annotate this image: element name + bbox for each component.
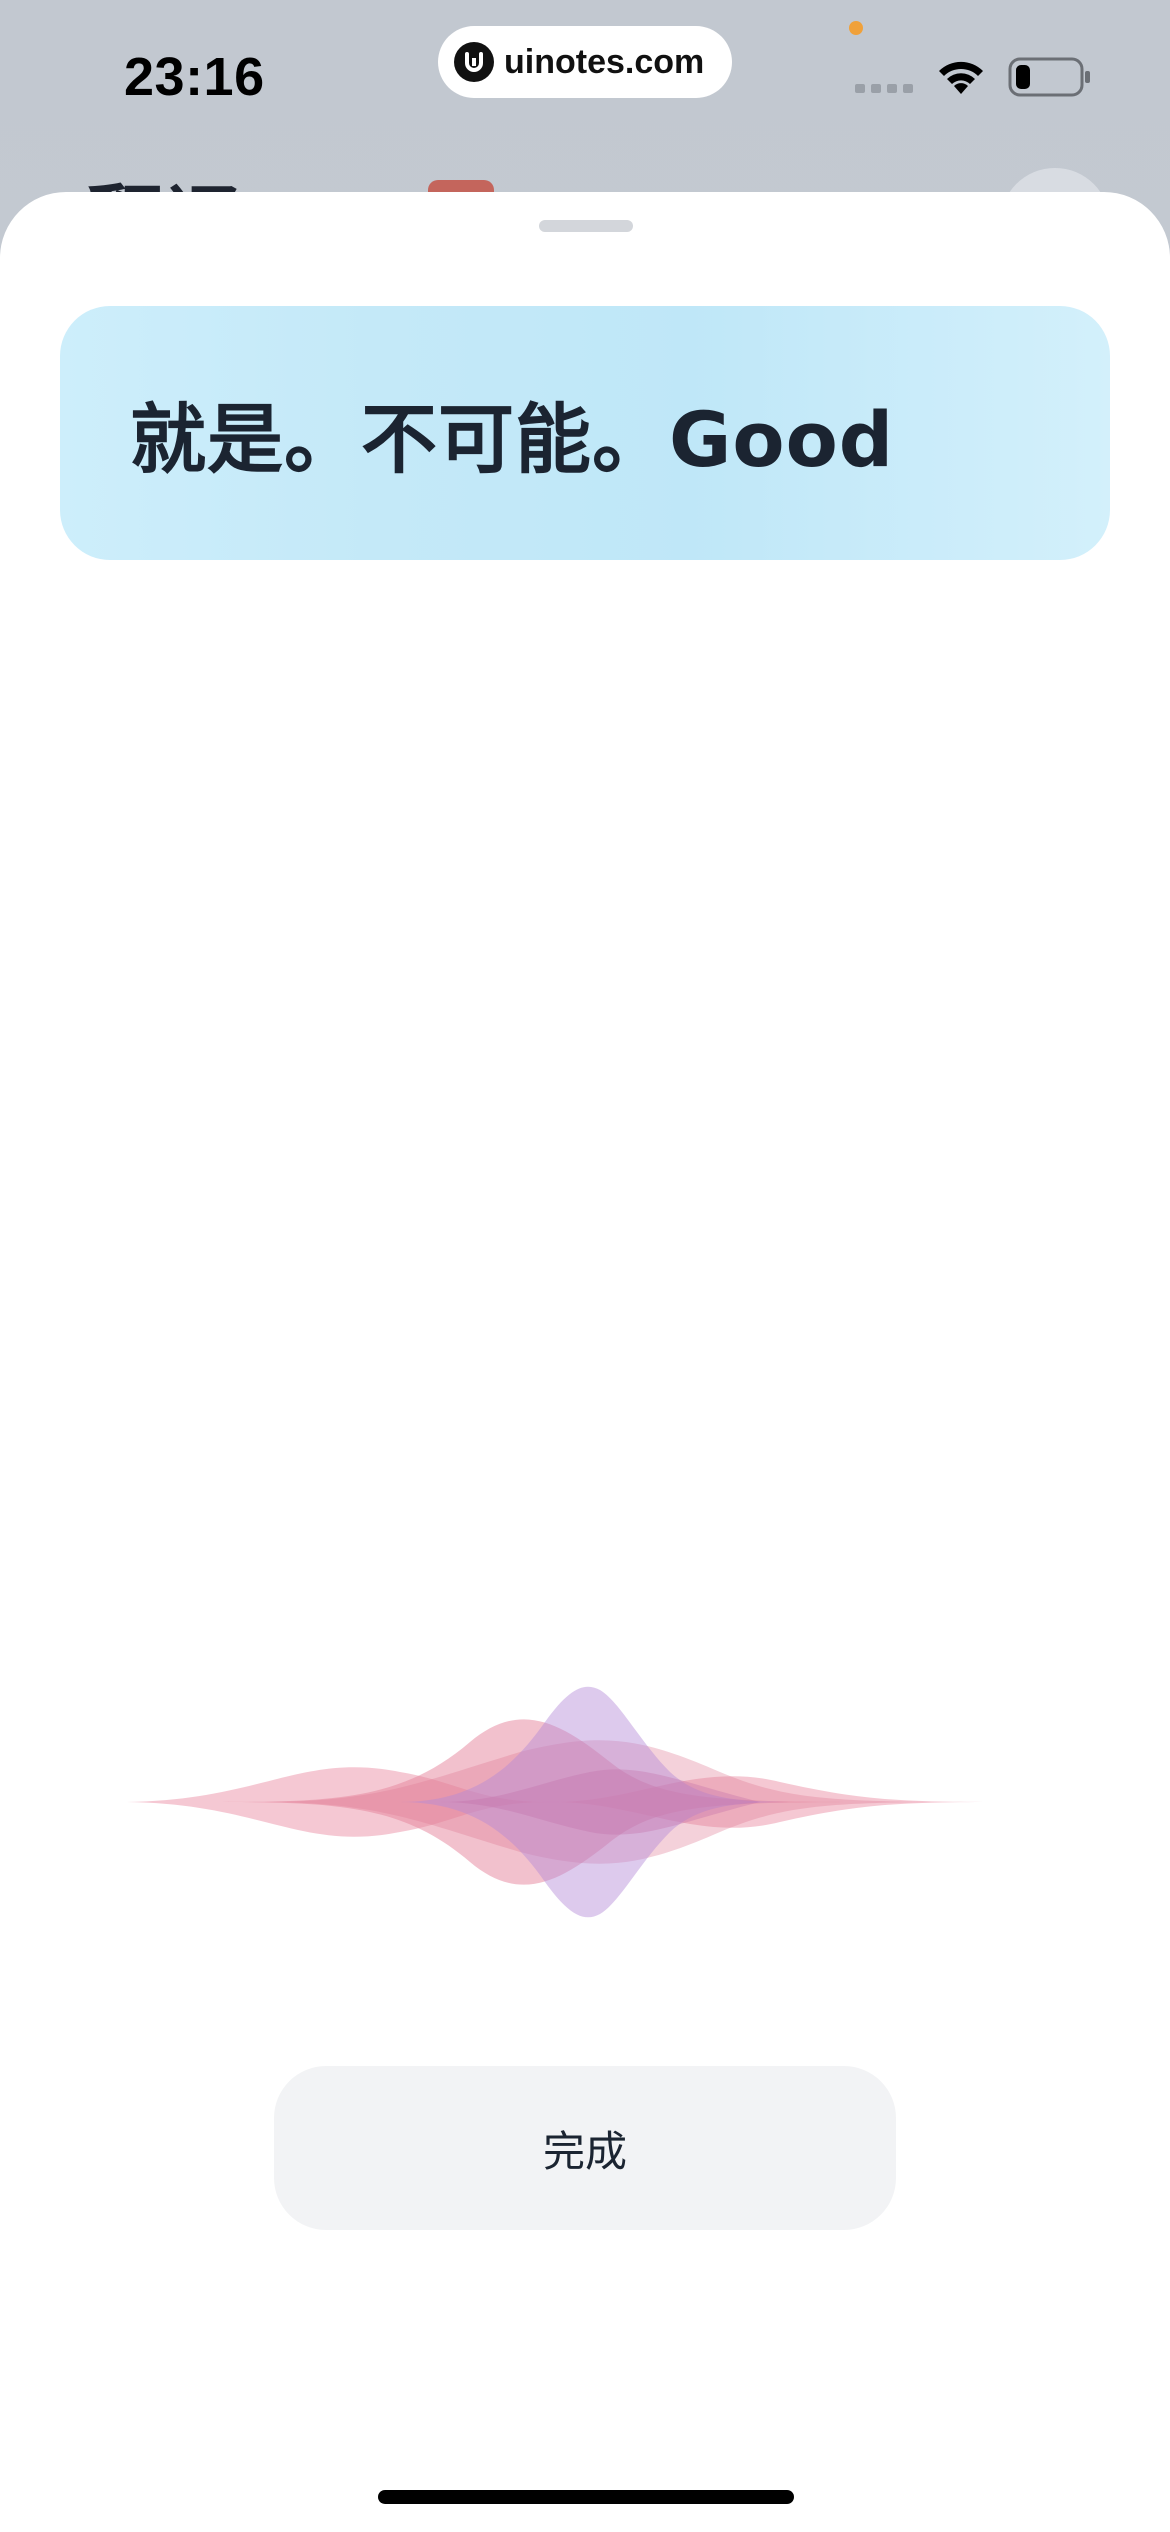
transcript-text: 就是。不可能。Good [130,395,895,484]
home-indicator[interactable] [378,2490,794,2504]
status-time: 23:16 [124,47,265,107]
done-button[interactable]: 完成 [274,2066,896,2230]
wifi-icon [939,61,983,94]
site-text: uinotes.com [504,42,705,81]
cellular-icon [855,84,913,93]
voice-waveform-icon [20,1686,1010,1918]
transcript-card: 就是。不可能。Good [60,306,1110,560]
site-logo-icon [454,42,494,82]
privacy-indicator-icon [849,21,863,35]
site-watermark: uinotes.com [438,26,732,98]
app-screen: 23:16 uinotes.com 翻译 就是。不可能。Good [0,0,1170,2532]
sheet-grabber[interactable] [539,220,633,232]
battery-icon [1008,57,1090,97]
voice-input-sheet: 就是。不可能。Good 完成 [0,192,1170,2532]
